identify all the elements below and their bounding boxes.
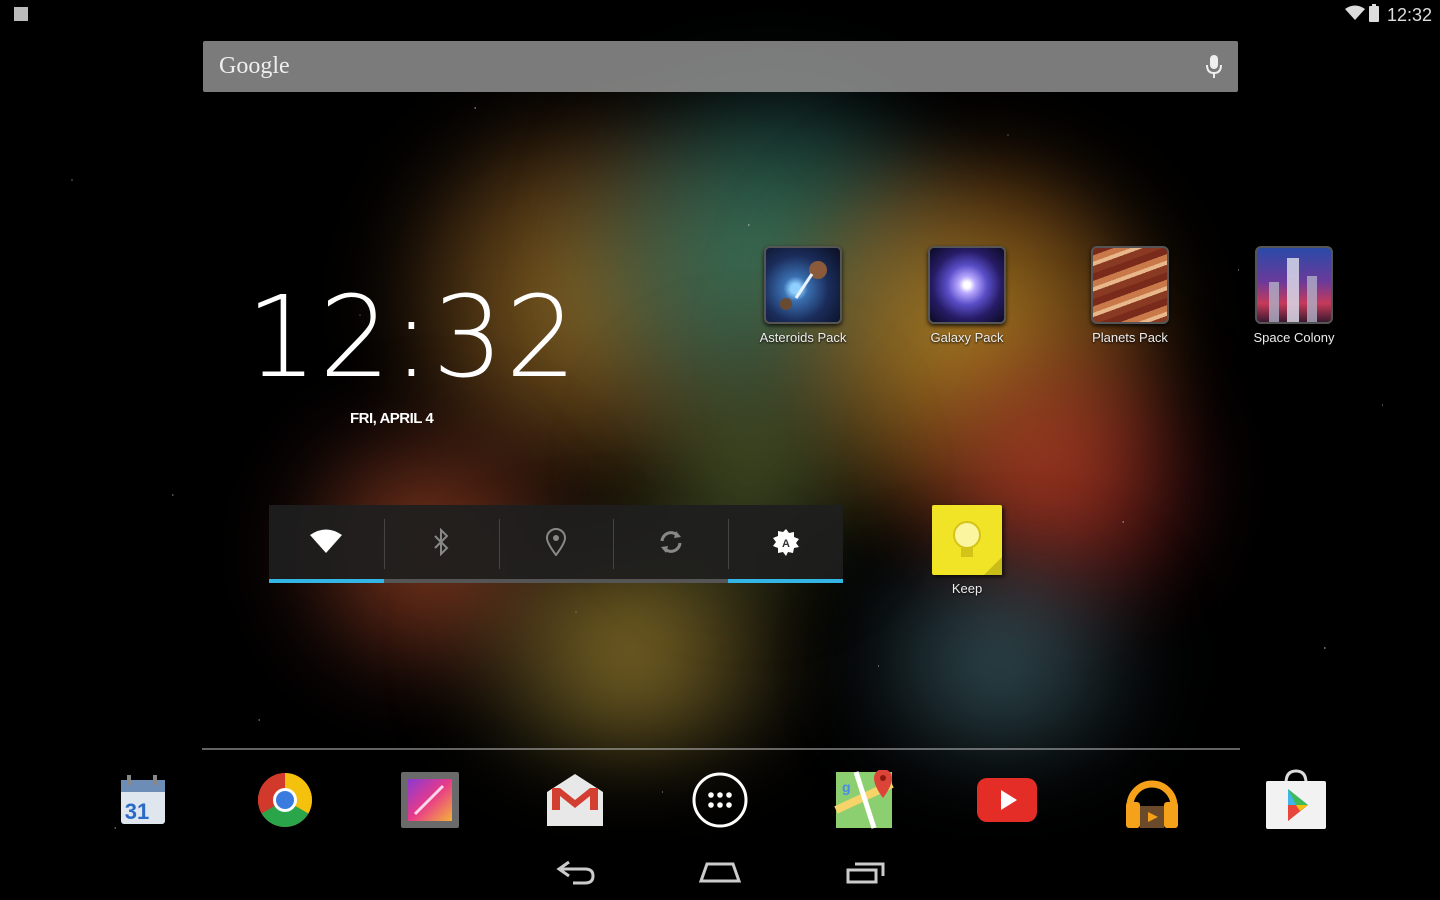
brightness-auto-icon: A (771, 527, 801, 561)
svg-text:31: 31 (125, 799, 149, 824)
youtube-icon (975, 776, 1039, 828)
chrome-icon (256, 771, 314, 833)
dock-play-music[interactable] (1120, 770, 1184, 834)
toggle-indicator (613, 579, 729, 583)
wifi-icon (309, 529, 343, 559)
dock-calendar[interactable]: 31 (110, 770, 174, 834)
battery-icon (1368, 4, 1379, 26)
home-icon (698, 861, 742, 887)
search-label: Google (219, 53, 290, 79)
power-control-widget: A (269, 505, 843, 583)
app-galaxy-pack[interactable]: Galaxy Pack (907, 246, 1027, 345)
toggle-indicator (269, 579, 384, 583)
dock-youtube[interactable] (975, 770, 1039, 834)
nebula-wallpaper (0, 0, 1440, 900)
maps-icon: g (834, 769, 894, 834)
app-label: Space Colony (1253, 330, 1335, 345)
app-space-colony[interactable]: Space Colony (1234, 246, 1354, 345)
recents-button[interactable] (836, 858, 896, 890)
clock-time: 12:32 (246, 273, 579, 403)
mic-icon[interactable] (1206, 55, 1222, 83)
toggle-brightness[interactable]: A (728, 505, 843, 583)
dock-maps[interactable]: g (832, 769, 896, 834)
gallery-icon (399, 770, 461, 834)
app-keep[interactable]: Keep (907, 505, 1027, 596)
back-button[interactable] (546, 858, 606, 890)
toggle-indicator (498, 579, 614, 583)
status-bar[interactable]: 12:32 (0, 0, 1440, 30)
play-music-icon (1122, 770, 1182, 834)
galaxy-pack-icon (928, 246, 1006, 324)
space-colony-icon (1255, 246, 1333, 324)
navigation-bar (0, 848, 1440, 900)
app-label: Keep (951, 581, 983, 596)
keep-icon (932, 505, 1002, 575)
back-icon (555, 859, 597, 889)
app-label: Asteroids Pack (759, 330, 847, 345)
toggle-wifi[interactable] (269, 505, 384, 583)
sync-icon (657, 528, 685, 560)
app-planets-pack[interactable]: Planets Pack (1070, 246, 1190, 345)
play-store-icon (1264, 769, 1328, 835)
location-icon (545, 528, 567, 560)
wifi-icon (1344, 5, 1365, 25)
google-search-bar[interactable]: Google (203, 41, 1238, 92)
app-label: Galaxy Pack (930, 330, 1004, 345)
toggle-sync[interactable] (613, 505, 729, 583)
dock-chrome[interactable] (253, 770, 317, 834)
clock-date: FRI, APRIL 4 (350, 410, 434, 427)
dock-app-drawer[interactable] (688, 770, 752, 834)
dock-gmail[interactable] (543, 770, 607, 834)
planets-pack-icon (1091, 246, 1169, 324)
svg-text:A: A (782, 538, 790, 550)
recents-icon (845, 860, 887, 888)
app-drawer-icon (691, 771, 749, 833)
toggle-location[interactable] (498, 505, 614, 583)
dock-gallery[interactable] (398, 770, 462, 834)
status-time: 12:32 (1386, 4, 1432, 25)
calendar-icon: 31 (113, 772, 171, 832)
svg-text:g: g (842, 779, 851, 795)
toggle-bluetooth[interactable] (383, 505, 499, 583)
toggle-indicator (383, 579, 499, 583)
notification-icon (14, 7, 28, 21)
asteroids-pack-icon (764, 246, 842, 324)
clock-widget[interactable]: 12:32 FRI, APRIL 4 (246, 273, 579, 427)
status-icons: 12:32 (1344, 4, 1432, 26)
app-label: Planets Pack (1092, 330, 1168, 345)
bluetooth-icon (430, 527, 452, 560)
gmail-icon (544, 770, 606, 834)
app-asteroids-pack[interactable]: Asteroids Pack (743, 246, 863, 345)
toggle-indicator (728, 579, 843, 583)
dock-play-store[interactable] (1264, 769, 1328, 835)
dock-divider (202, 748, 1240, 750)
home-button[interactable] (690, 858, 750, 890)
